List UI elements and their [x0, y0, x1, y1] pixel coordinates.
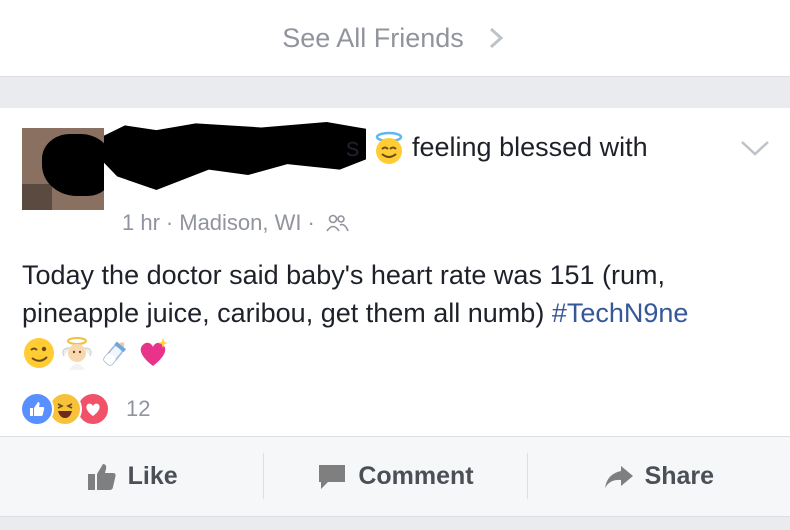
thumbs-up-icon: [87, 463, 116, 490]
chevron-right-icon: [489, 27, 504, 49]
feeling-text: feeling blessed with: [412, 132, 648, 162]
comment-label: Comment: [358, 462, 474, 490]
author-name-fragment[interactable]: s: [346, 132, 360, 163]
baby-bottle-emoji-icon: [103, 341, 127, 366]
avatar[interactable]: [22, 128, 104, 210]
post-time[interactable]: 1 hr: [122, 210, 160, 236]
reaction-summary[interactable]: 12: [20, 392, 150, 426]
post-location[interactable]: Madison, WI: [179, 210, 301, 236]
meta-separator: ·: [165, 210, 174, 235]
reaction-count: 12: [126, 396, 151, 421]
section-divider: [0, 516, 790, 530]
like-label: Like: [127, 462, 178, 490]
post-options-chevron-icon[interactable]: [740, 138, 770, 158]
like-reaction-icon: [20, 392, 54, 426]
friends-icon[interactable]: [325, 214, 349, 232]
post-body: Today the doctor said baby's heart rate …: [22, 256, 772, 332]
baby-angel-emoji-icon: [62, 337, 92, 370]
post-meta: 1 hr · Madison, WI ·: [122, 210, 349, 236]
hashtag-link[interactable]: #TechN9ne: [552, 298, 689, 328]
share-button[interactable]: Share: [526, 437, 790, 516]
feed-post: s feeling blessed with 1 hr · Madison, W…: [0, 108, 790, 516]
comment-button[interactable]: Comment: [263, 437, 526, 516]
redacted-name: [104, 122, 366, 190]
share-arrow-icon: [604, 465, 633, 488]
see-all-friends-label: See All Friends: [282, 22, 464, 53]
post-emojis: [22, 336, 170, 370]
halo-smile-emoji-icon: [375, 131, 403, 164]
sparkling-heart-emoji-icon: [140, 338, 168, 366]
wink-emoji-icon: [24, 338, 54, 368]
comment-icon: [319, 464, 346, 489]
meta-separator: ·: [307, 210, 315, 235]
see-all-friends-link[interactable]: See All Friends: [0, 0, 790, 76]
post-action-bar: Like Comment Share: [0, 437, 790, 516]
like-button[interactable]: Like: [0, 437, 263, 516]
section-divider: [0, 76, 790, 108]
share-label: Share: [644, 462, 715, 490]
